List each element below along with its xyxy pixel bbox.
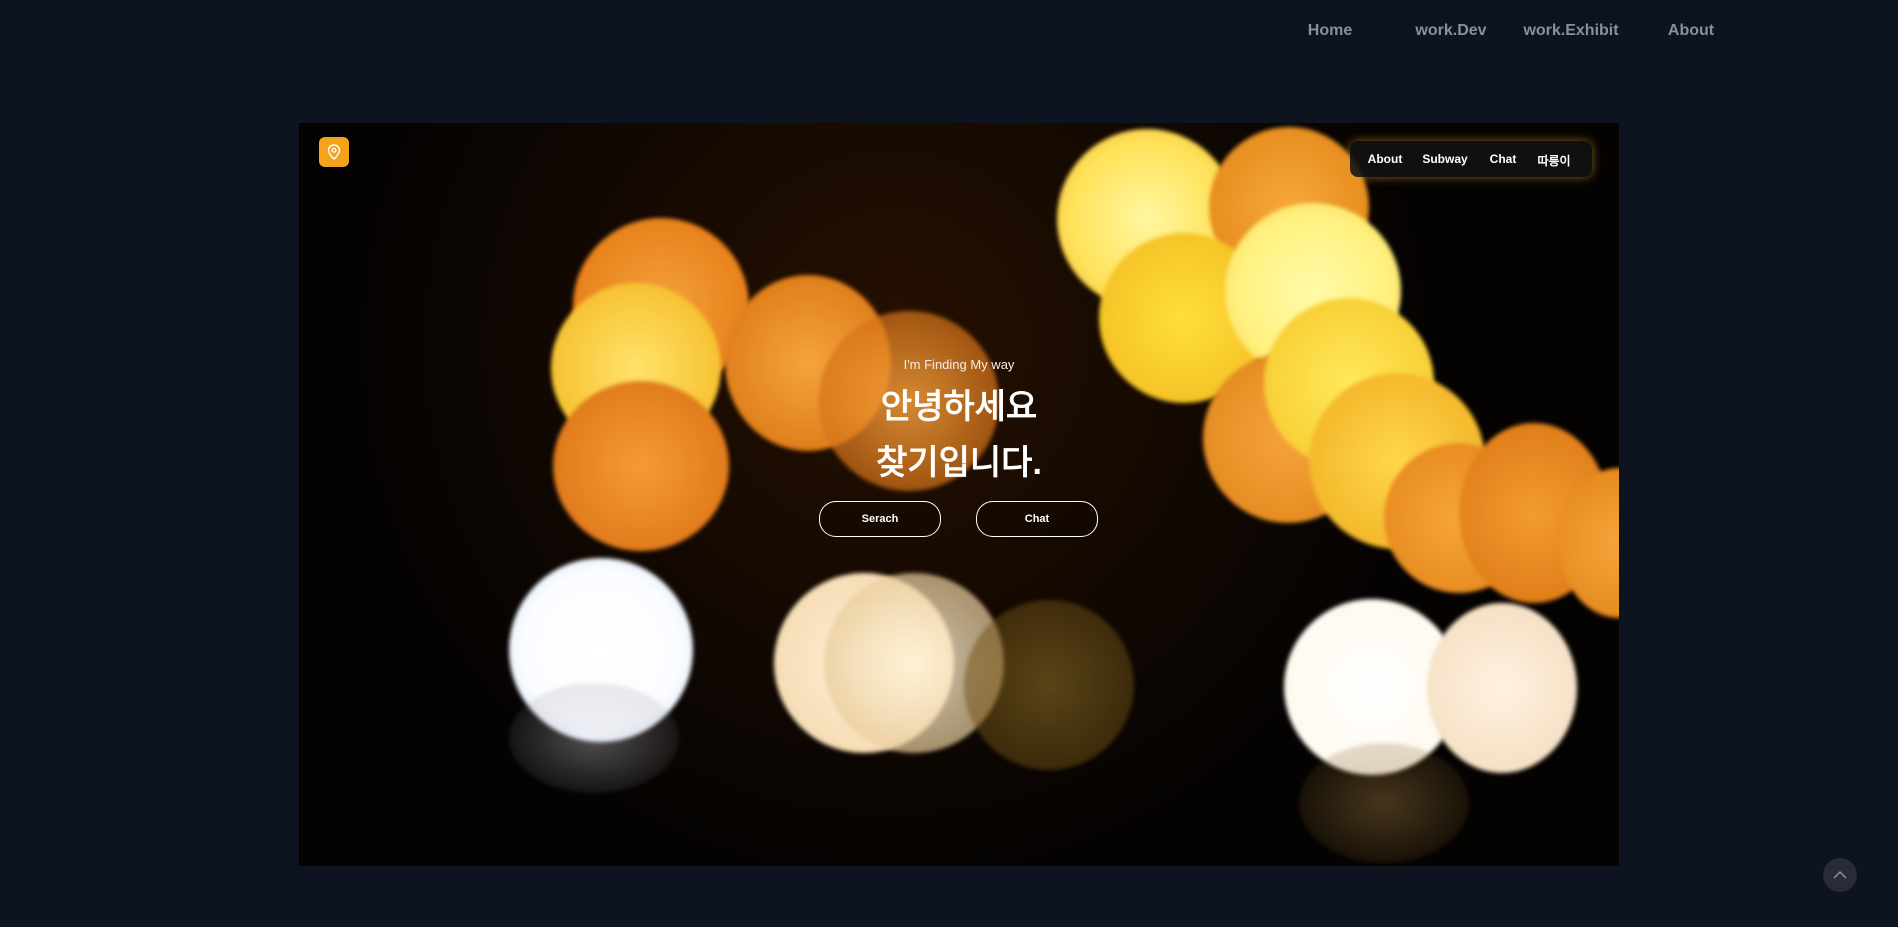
- bokeh-background-image: [299, 123, 1619, 866]
- nav-about[interactable]: About: [1668, 22, 1714, 40]
- search-button[interactable]: Serach: [819, 501, 941, 537]
- scroll-to-top-button[interactable]: [1823, 858, 1857, 892]
- hero-nav-chat[interactable]: Chat: [1490, 152, 1517, 166]
- hero-headline-line1: 안녕하세요: [880, 388, 1038, 426]
- hero-headline-line2: 찾기입니다.: [876, 444, 1042, 482]
- hero-nav-ttareungi[interactable]: 따릉이: [1537, 152, 1570, 169]
- top-navigation: Home work.Dev work.Exhibit About: [1290, 22, 1750, 48]
- nav-work-exhibit[interactable]: work.Exhibit: [1523, 22, 1618, 40]
- hero-navigation: About Subway Chat 따릉이: [1350, 141, 1592, 177]
- hero-banner: About Subway Chat 따릉이 I'm Finding My way…: [299, 123, 1619, 866]
- nav-home[interactable]: Home: [1308, 22, 1352, 40]
- logo-badge[interactable]: [319, 137, 349, 167]
- hero-nav-subway[interactable]: Subway: [1422, 152, 1467, 166]
- nav-work-dev[interactable]: work.Dev: [1415, 22, 1486, 40]
- hero-tagline: I'm Finding My way: [903, 357, 1015, 372]
- chat-button[interactable]: Chat: [976, 501, 1098, 537]
- hero-nav-about[interactable]: About: [1368, 152, 1403, 166]
- chevron-up-icon: [1833, 870, 1847, 879]
- map-pin-icon: [327, 144, 341, 160]
